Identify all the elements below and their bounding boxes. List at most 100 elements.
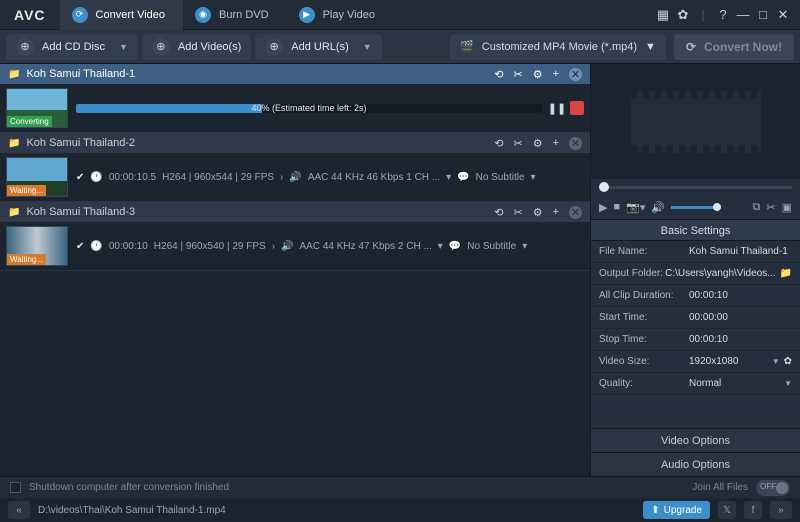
video-size-select[interactable]: 1920x1080▼ ✿ bbox=[689, 356, 792, 367]
volume-icon[interactable]: 🔊 bbox=[651, 201, 665, 214]
shutdown-checkbox[interactable] bbox=[10, 482, 21, 493]
maximize-button[interactable]: □ bbox=[754, 6, 772, 24]
folder-icon: 📁 bbox=[8, 69, 20, 80]
loop-icon[interactable]: ⟲ bbox=[494, 137, 503, 150]
stop-button[interactable] bbox=[570, 101, 584, 115]
close-button[interactable]: ✕ bbox=[774, 6, 792, 24]
loop-icon[interactable]: ⟲ bbox=[494, 68, 503, 81]
settings-icon[interactable]: ⚙ bbox=[533, 137, 543, 150]
video-item[interactable]: 📁 Koh Samui Thailand-1 ⟲ ✂ ⚙ + ✕ Convert… bbox=[0, 64, 590, 133]
disc-icon: ◉ bbox=[195, 7, 211, 23]
start-time-field[interactable]: 00:00:00 bbox=[689, 312, 792, 323]
quality-select[interactable]: Normal▼ bbox=[689, 378, 792, 389]
gear-icon[interactable]: ✿ bbox=[784, 356, 792, 367]
cut-icon[interactable]: ✂ bbox=[513, 137, 522, 150]
pause-button[interactable]: ❚❚ bbox=[550, 101, 564, 115]
play-button[interactable]: ▶ bbox=[599, 201, 607, 214]
film-icon: 🎬 bbox=[460, 40, 474, 53]
add-icon[interactable]: + bbox=[553, 68, 559, 80]
chevron-down-icon: ▼ bbox=[645, 41, 656, 53]
subtitle-select[interactable]: No Subtitle bbox=[467, 241, 516, 252]
file-path: D:\videos\Thai\Koh Samui Thailand-1.mp4 bbox=[38, 505, 226, 516]
tab-convert-video[interactable]: ⟳Convert Video bbox=[60, 0, 184, 30]
prev-button[interactable]: « bbox=[8, 501, 30, 519]
expand-icon[interactable]: › bbox=[272, 241, 275, 252]
next-button[interactable]: » bbox=[770, 501, 792, 519]
tab-burn-dvd[interactable]: ◉Burn DVD bbox=[183, 0, 287, 30]
play-icon: ▶ bbox=[299, 7, 315, 23]
loop-icon[interactable]: ⟲ bbox=[494, 206, 503, 219]
film-reel-icon bbox=[631, 91, 761, 153]
stop-time-field[interactable]: 00:00:10 bbox=[689, 334, 792, 345]
clock-icon: 🕐 bbox=[90, 241, 102, 252]
facebook-button[interactable]: f bbox=[744, 501, 762, 519]
folder-icon[interactable]: 📁 bbox=[780, 268, 792, 279]
expand-icon[interactable]: › bbox=[280, 172, 283, 183]
remove-icon[interactable]: ✕ bbox=[569, 137, 582, 150]
minimize-button[interactable]: — bbox=[734, 6, 752, 24]
add-icon[interactable]: + bbox=[553, 206, 559, 218]
twitter-button[interactable]: 𝕏 bbox=[718, 501, 736, 519]
remove-icon[interactable]: ✕ bbox=[569, 68, 582, 81]
basic-settings-header: Basic Settings bbox=[591, 219, 800, 241]
check-icon[interactable]: ✔ bbox=[76, 172, 84, 183]
upload-icon: ⬆ bbox=[651, 505, 659, 516]
audio-track-select[interactable]: AAC 44 KHz 47 Kbps 2 CH ... bbox=[300, 241, 432, 252]
video-list: 📁 Koh Samui Thailand-1 ⟲ ✂ ⚙ + ✕ Convert… bbox=[0, 64, 590, 476]
video-title: Koh Samui Thailand-3 bbox=[26, 206, 135, 218]
gear-icon[interactable]: ✿ bbox=[674, 6, 692, 24]
upgrade-button[interactable]: ⬆Upgrade bbox=[643, 501, 710, 519]
check-icon[interactable]: ✔ bbox=[76, 241, 84, 252]
globe-plus-icon: ⊕ bbox=[265, 38, 283, 56]
settings-icon[interactable]: ⚙ bbox=[533, 206, 543, 219]
add-videos-button[interactable]: ⊕Add Video(s) bbox=[142, 34, 251, 60]
folder-icon: 📁 bbox=[8, 207, 20, 218]
seek-slider[interactable] bbox=[599, 186, 792, 189]
audio-options-button[interactable]: Audio Options bbox=[591, 452, 800, 476]
video-thumbnail: Waiting... bbox=[6, 226, 68, 266]
remove-icon[interactable]: ✕ bbox=[569, 206, 582, 219]
status-bar: « D:\videos\Thai\Koh Samui Thailand-1.mp… bbox=[0, 498, 800, 522]
chevron-down-icon: ▼ bbox=[119, 42, 128, 52]
crop-icon[interactable]: ▣ bbox=[782, 201, 792, 214]
snapshot-button[interactable]: 📷▾ bbox=[626, 201, 645, 214]
detach-icon[interactable]: ⧉ bbox=[753, 201, 761, 214]
add-icon[interactable]: + bbox=[553, 137, 559, 149]
preview-area bbox=[591, 64, 800, 179]
cut-icon[interactable]: ✂ bbox=[513, 68, 522, 81]
file-name-field[interactable]: Koh Samui Thailand-1 bbox=[689, 246, 792, 257]
volume-slider[interactable] bbox=[671, 206, 721, 209]
divider: | bbox=[694, 6, 712, 24]
video-item[interactable]: 📁 Koh Samui Thailand-3 ⟲ ✂ ⚙ + ✕ Waiting… bbox=[0, 202, 590, 271]
titlebar: AVC ⟳Convert Video ◉Burn DVD ▶Play Video… bbox=[0, 0, 800, 30]
video-title: Koh Samui Thailand-1 bbox=[26, 68, 135, 80]
join-files-label: Join All Files bbox=[692, 482, 748, 493]
cut-icon[interactable]: ✂ bbox=[766, 201, 775, 214]
menu-icon[interactable]: ▦ bbox=[654, 6, 672, 24]
stop-button[interactable]: ■ bbox=[613, 201, 620, 213]
add-urls-button[interactable]: ⊕Add URL(s)▼ bbox=[255, 34, 381, 60]
video-item[interactable]: 📁 Koh Samui Thailand-2 ⟲ ✂ ⚙ + ✕ Waiting… bbox=[0, 133, 590, 202]
settings-icon[interactable]: ⚙ bbox=[533, 68, 543, 81]
cut-icon[interactable]: ✂ bbox=[513, 206, 522, 219]
clip-duration-value: 00:00:10 bbox=[689, 290, 792, 301]
audio-track-select[interactable]: AAC 44 KHz 46 Kbps 1 CH ... bbox=[308, 172, 440, 183]
output-profile-select[interactable]: 🎬Customized MP4 Movie (*.mp4)▼ bbox=[450, 34, 666, 60]
output-folder-field[interactable]: C:\Users\yangh\Videos... 📁 bbox=[665, 268, 792, 279]
video-options-button[interactable]: Video Options bbox=[591, 428, 800, 452]
status-badge: Converting bbox=[7, 116, 52, 127]
video-codec-info: H264 | 960x544 | 29 FPS bbox=[162, 172, 274, 183]
add-cd-disc-button[interactable]: ⊕Add CD Disc▼ bbox=[6, 34, 138, 60]
audio-icon: 🔊 bbox=[289, 172, 301, 183]
app-logo: AVC bbox=[0, 7, 60, 23]
subtitle-icon: 💬 bbox=[449, 241, 461, 252]
progress-bar: 40% (Estimated time left: 2s) bbox=[76, 104, 542, 113]
tab-play-video[interactable]: ▶Play Video bbox=[287, 0, 393, 30]
shutdown-label: Shutdown computer after conversion finis… bbox=[29, 482, 229, 493]
convert-now-button[interactable]: ⟳Convert Now! bbox=[674, 34, 794, 60]
help-icon[interactable]: ? bbox=[714, 6, 732, 24]
audio-icon: 🔊 bbox=[281, 241, 293, 252]
join-files-toggle[interactable]: OFF bbox=[756, 480, 790, 496]
subtitle-select[interactable]: No Subtitle bbox=[476, 172, 525, 183]
chevron-down-icon: ▼ bbox=[363, 42, 372, 52]
